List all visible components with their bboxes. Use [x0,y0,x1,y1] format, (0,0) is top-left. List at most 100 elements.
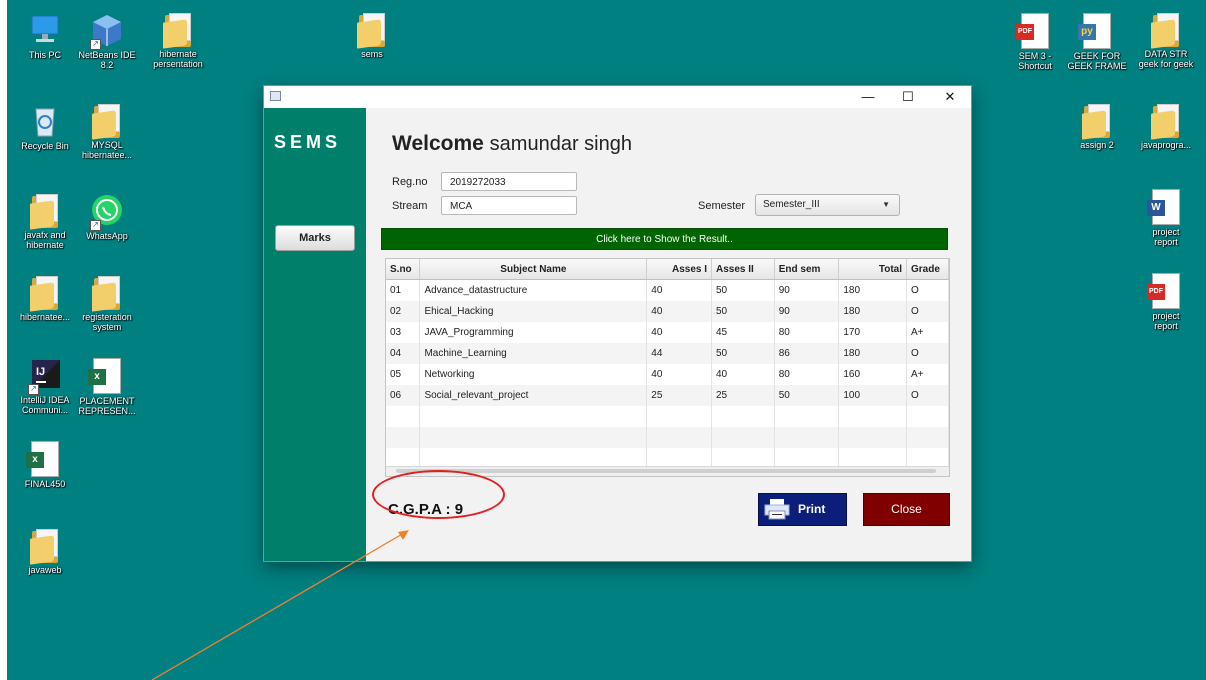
final450-desktop-icon[interactable]: x FINAL450 [7,440,83,489]
desktop-icon-label: javaprogra... [1140,140,1192,150]
column-header[interactable]: S.no [386,259,421,280]
semester-dropdown[interactable]: Semester_III ▼ [755,194,900,216]
print-button[interactable]: Print [758,493,847,526]
table-cell [774,406,840,427]
column-header[interactable]: Subject Name [419,259,648,280]
table-cell [646,406,712,427]
table-cell: 80 [774,364,840,385]
folder-icon [30,194,60,230]
table-cell: O [906,279,949,301]
table-cell: O [906,301,949,322]
sems-window: — ☐ ✕ SEMS Marks Welcome samundar singh … [264,86,971,561]
column-header[interactable]: Grade [906,259,949,280]
table-cell: 40 [646,322,712,343]
whatsapp-icon: ↗ [90,193,124,231]
table-cell [906,427,949,448]
table-cell: 90 [774,301,840,322]
welcome-heading: Welcome samundar singh [392,132,632,156]
table-header-row: S.no Subject Name Asses I Asses II End sem To… [386,259,949,280]
recycle-bin-icon [28,103,62,139]
table-cell: 02 [386,301,421,322]
table-cell: JAVA_Programming [419,322,648,343]
marks-table: S.no Subject Name Asses I Asses II End sem To… [385,258,950,477]
table-cell: 160 [838,364,907,385]
project-report-word-desktop-icon[interactable]: W project report [1128,188,1204,247]
sems-desktop-icon[interactable]: sems [334,12,410,59]
javaweb-desktop-icon[interactable]: javaweb [7,528,83,575]
table-cell: Machine_Learning [419,343,648,364]
desktop-icon-label: javaweb [28,565,62,575]
geek-frame-desktop-icon[interactable]: py GEEK FOR GEEK FRAME [1059,12,1135,71]
table-row[interactable]: 01 Advance_datastructure 40 50 90 180 O [386,279,949,301]
empty-table-row [386,406,949,427]
folder-icon [357,13,387,49]
project-report-pdf-desktop-icon[interactable]: PDF project report [1128,272,1204,331]
table-row[interactable]: 02 Ehical_Hacking 40 50 90 180 O [386,301,949,322]
excel-icon: x [26,441,59,477]
table-row[interactable]: 05 Networking 40 40 80 160 A+ [386,364,949,385]
marks-button[interactable]: Marks [275,225,355,251]
assign2-desktop-icon[interactable]: assign 2 [1059,103,1135,150]
table-row[interactable]: 04 Machine_Learning 44 50 86 180 O [386,343,949,364]
close-button[interactable]: Close [863,493,950,526]
table-cell: 50 [711,301,775,322]
desktop-icon-label: hibernate persentation [153,49,203,69]
welcome-prefix: Welcome [392,132,484,155]
table-cell: 50 [711,279,775,301]
column-header[interactable]: Total [838,259,907,280]
table-cell: O [906,385,949,406]
shortcut-arrow-icon: ↗ [28,384,39,395]
table-cell: Networking [419,364,648,385]
shortcut-arrow-icon: ↗ [90,39,101,50]
netbeans-desktop-icon[interactable]: ↗ NetBeans IDE 8.2 [69,12,145,70]
hibernate-persentation-desktop-icon[interactable]: hibernate persentation [140,12,216,69]
table-cell [838,406,907,427]
table-cell: 40 [646,279,712,301]
window-titlebar[interactable]: — ☐ ✕ [264,86,971,108]
placement-desktop-icon[interactable]: x PLACEMENT REPRESEN... [69,357,145,416]
data-str-desktop-icon[interactable]: DATA STR geek for geek [1128,12,1204,69]
table-cell: 01 [386,279,421,301]
mysql-hibernatee-desktop-icon[interactable]: MYSQL hibernatee... [69,103,145,160]
scrollbar-thumb[interactable] [396,469,936,473]
stream-label: Stream [392,200,428,212]
table-cell: A+ [906,364,949,385]
close-window-button[interactable]: ✕ [931,86,969,108]
python-icon: py [1078,13,1111,49]
table-cell: 03 [386,322,421,343]
desktop-icon-label: MYSQL hibernatee... [81,140,133,160]
regno-field[interactable]: 2019272033 [441,172,577,191]
table-row[interactable]: 03 JAVA_Programming 40 45 80 170 A+ [386,322,949,343]
column-header[interactable]: Asses I [646,259,712,280]
sidebar: SEMS Marks [264,108,366,561]
desktop-icon-label: PLACEMENT REPRESEN... [78,396,136,416]
column-header[interactable]: Asses II [711,259,775,280]
shortcut-arrow-icon: ↗ [90,220,101,231]
student-name: samundar singh [489,133,632,155]
annotation-circle [372,470,505,519]
column-header[interactable]: End sem [774,259,840,280]
table-cell: Social_relevant_project [419,385,648,406]
table-cell [838,427,907,448]
table-cell: 100 [838,385,907,406]
table-row[interactable]: 06 Social_relevant_project 25 25 50 100 O [386,385,949,406]
table-cell: 80 [774,322,840,343]
maximize-button[interactable]: ☐ [889,86,927,108]
table-cell [646,427,712,448]
regno-label: Reg.no [392,176,428,188]
table-cell: Ehical_Hacking [419,301,648,322]
whatsapp-desktop-icon[interactable]: ↗ WhatsApp [69,193,145,241]
table-cell: 04 [386,343,421,364]
folder-icon [92,276,122,312]
desktop-icon-label: FINAL450 [24,479,66,489]
desktop-icon-label: registeration system [82,312,132,332]
table-cell: 90 [774,279,840,301]
javaprogra-desktop-icon[interactable]: javaprogra... [1128,103,1204,150]
folder-icon [1151,104,1181,140]
print-button-label: Print [798,502,826,516]
stream-field[interactable]: MCA [441,196,577,215]
registeration-system-desktop-icon[interactable]: registeration system [69,275,145,332]
minimize-button[interactable]: — [849,86,887,108]
show-result-button[interactable]: Click here to Show the Result.. [381,228,948,250]
desktop-icon-label: assign 2 [1080,140,1114,150]
